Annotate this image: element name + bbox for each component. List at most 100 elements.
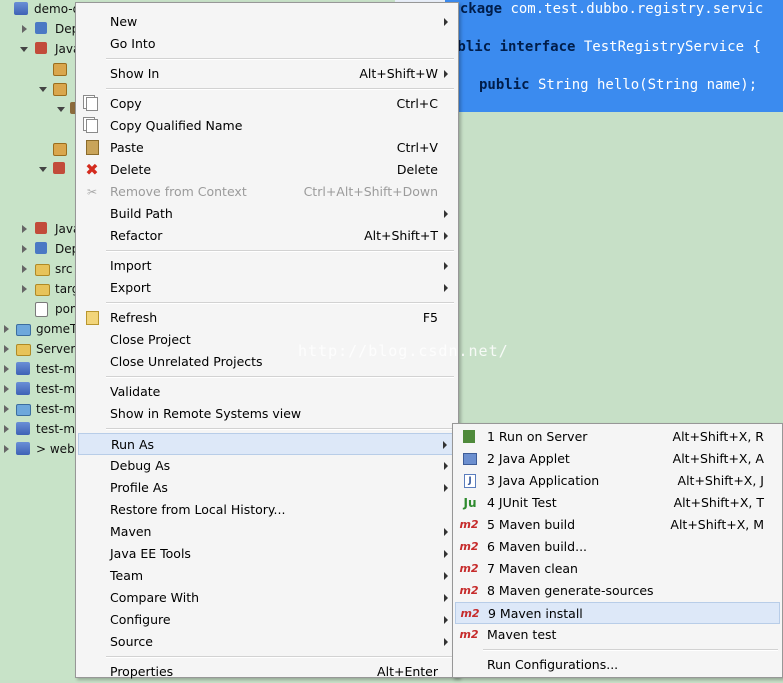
expand-arrow-icon[interactable] [4, 365, 9, 373]
menu-item-2-java-applet[interactable]: 2 Java Applet Alt+Shift+X, A [455, 448, 780, 470]
expand-arrow-icon[interactable] [22, 245, 27, 253]
collapse-arrow-icon[interactable] [20, 47, 28, 52]
code-text: String hello(String name); [529, 77, 758, 93]
package-icon [53, 83, 67, 96]
expand-arrow-icon[interactable] [22, 225, 27, 233]
menu-item-shortcut: Ctrl+Alt+Shift+Down [303, 184, 438, 199]
submenu-arrow-icon [444, 572, 448, 580]
menu-item-configure[interactable]: Configure [78, 609, 456, 631]
menu-item-build-path[interactable]: Build Path [78, 203, 456, 225]
tree-item-label: src [55, 262, 73, 276]
menu-item-shortcut: Alt+Shift+W [359, 66, 438, 81]
expand-arrow-icon[interactable] [4, 345, 9, 353]
menu-item-label: 9 Maven install [488, 606, 583, 621]
menu-item-new[interactable]: New [78, 11, 456, 33]
paste-icon [86, 140, 99, 155]
menu-item-label: 8 Maven generate-sources [487, 583, 654, 598]
menu-item-run-configurations[interactable]: Run Configurations... [455, 654, 780, 676]
menu-item-label: Copy [110, 96, 142, 111]
submenu-arrow-icon [443, 441, 447, 449]
menu-item-maven[interactable]: Maven [78, 521, 456, 543]
menu-item-label: Profile As [110, 480, 168, 495]
maven-project-icon [14, 2, 28, 15]
code-line-1: package com.test.dubbo.registry.servic [443, 1, 763, 17]
menu-item-7-maven-clean[interactable]: m2 7 Maven clean [455, 558, 780, 580]
menu-item-copy-qualified-name[interactable]: Copy Qualified Name [78, 115, 456, 137]
expand-arrow-icon[interactable] [22, 285, 27, 293]
menu-item-shortcut: Alt+Shift+X, M [670, 517, 764, 532]
collapse-arrow-icon[interactable] [57, 107, 65, 112]
menu-item-shortcut: F5 [422, 310, 438, 325]
menu-item-run-as[interactable]: Run As [78, 433, 456, 455]
menu-item-refresh[interactable]: Refresh F5 [78, 307, 456, 329]
menu-item-show-in[interactable]: Show In Alt+Shift+W [78, 63, 456, 85]
expand-arrow-icon[interactable] [4, 405, 9, 413]
junit-icon: Ju [463, 496, 477, 510]
menu-item-5-maven-build[interactable]: m2 5 Maven build Alt+Shift+X, M [455, 514, 780, 536]
selected-code-block[interactable]: package com.test.dubbo.registry.servic u… [443, 0, 783, 112]
submenu-arrow-icon [444, 616, 448, 624]
menu-item-shortcut: Alt+Shift+X, A [672, 451, 764, 466]
menu-item-delete[interactable]: ✖ Delete Delete [78, 159, 456, 181]
submenu-arrow-icon [444, 232, 448, 240]
menu-item-compare-with[interactable]: Compare With [78, 587, 456, 609]
remove-context-icon: ✂ [86, 185, 98, 199]
menu-item-label: Build Path [110, 206, 173, 221]
menu-item-export[interactable]: Export [78, 277, 456, 299]
menu-item-restore-from-local-history[interactable]: Restore from Local History... [78, 499, 456, 521]
menu-item-show-in-remote-systems-view[interactable]: Show in Remote Systems view [78, 403, 456, 425]
menu-item-profile-as[interactable]: Profile As [78, 477, 456, 499]
menu-item-6-maven-build[interactable]: m2 6 Maven build... [455, 536, 780, 558]
submenu-arrow-icon [444, 550, 448, 558]
menu-item-4-junit-test[interactable]: Ju 4 JUnit Test Alt+Shift+X, T [455, 492, 780, 514]
menu-item-go-into[interactable]: Go Into [78, 33, 456, 55]
menu-item-1-run-on-server[interactable]: 1 Run on Server Alt+Shift+X, R [455, 426, 780, 448]
menu-item-refactor[interactable]: Refactor Alt+Shift+T [78, 225, 456, 247]
menu-item-paste[interactable]: Paste Ctrl+V [78, 137, 456, 159]
collapse-arrow-icon[interactable] [39, 87, 47, 92]
maven-m2-icon: m2 [459, 518, 479, 531]
menu-item-team[interactable]: Team [78, 565, 456, 587]
collapse-arrow-icon[interactable] [39, 167, 47, 172]
menu-item-label: 3 Java Application [487, 473, 600, 488]
menu-item-label: Paste [110, 140, 144, 155]
menu-item-shortcut: Ctrl+V [396, 140, 438, 155]
maven-m2-icon: m2 [460, 607, 480, 620]
menu-item-validate[interactable]: Validate [78, 381, 456, 403]
context-menu: New Go Into Show In Alt+Shift+W Copy Ctrl+C Co… [75, 2, 459, 679]
menu-item-label: Properties [110, 664, 174, 679]
expand-arrow-icon[interactable] [4, 385, 9, 393]
menu-item-source[interactable]: Source [78, 631, 456, 653]
menu-item-label: 1 Run on Server [487, 429, 588, 444]
menu-item-maven-test[interactable]: m2 Maven test [455, 624, 780, 646]
menu-item-label: Debug As [110, 458, 171, 473]
menu-separator [106, 656, 454, 658]
submenu-arrow-icon [444, 18, 448, 26]
expand-arrow-icon[interactable] [22, 25, 27, 33]
menu-item-import[interactable]: Import [78, 255, 456, 277]
submenu-arrow-icon [444, 284, 448, 292]
menu-item-copy[interactable]: Copy Ctrl+C [78, 93, 456, 115]
menu-separator [106, 58, 454, 60]
menu-item-java-ee-tools[interactable]: Java EE Tools [78, 543, 456, 565]
expand-arrow-icon[interactable] [4, 445, 9, 453]
menu-item-label: Restore from Local History... [110, 502, 286, 517]
expand-arrow-icon[interactable] [4, 425, 9, 433]
menu-item-label: Close Unrelated Projects [110, 354, 263, 369]
menu-item-9-maven-install[interactable]: m2 9 Maven install [455, 602, 780, 624]
pom-file-icon [35, 302, 48, 317]
menu-separator [106, 250, 454, 252]
menu-item-label: 6 Maven build... [487, 539, 588, 554]
menu-item-3-java-application[interactable]: J 3 Java Application Alt+Shift+X, J [455, 470, 780, 492]
menu-item-debug-as[interactable]: Debug As [78, 455, 456, 477]
copy-qualified-icon [86, 119, 98, 133]
menu-item-remove-from-context[interactable]: ✂ Remove from Context Ctrl+Alt+Shift+Down [78, 181, 456, 203]
delete-icon: ✖ [85, 160, 99, 179]
menu-item-8-maven-generate-sources[interactable]: m2 8 Maven generate-sources [455, 580, 780, 602]
submenu-arrow-icon [444, 528, 448, 536]
expand-arrow-icon[interactable] [4, 325, 9, 333]
folder-icon [16, 344, 31, 356]
maven-m2-icon: m2 [459, 540, 479, 553]
expand-arrow-icon[interactable] [22, 265, 27, 273]
menu-item-label: Copy Qualified Name [110, 118, 243, 133]
